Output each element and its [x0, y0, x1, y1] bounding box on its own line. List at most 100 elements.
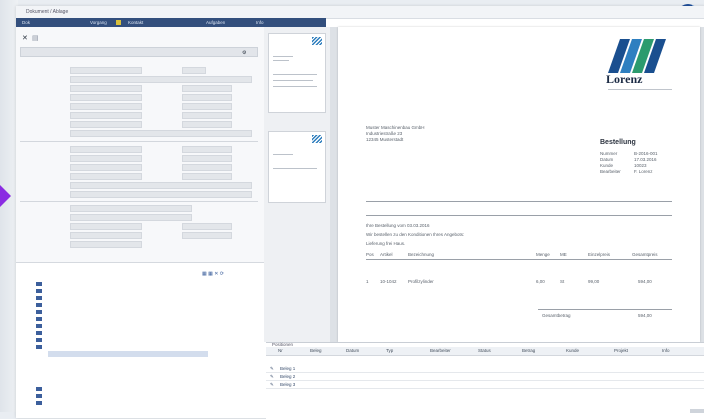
form-field[interactable]: [182, 164, 232, 171]
tree-item[interactable]: [36, 330, 256, 336]
form-field[interactable]: [182, 103, 232, 110]
form-field[interactable]: [182, 121, 232, 128]
form-field[interactable]: [70, 103, 142, 110]
form-field[interactable]: [70, 164, 142, 171]
date-field[interactable]: [182, 223, 232, 230]
column-header[interactable]: Typ: [386, 348, 393, 353]
tab-kontakt[interactable]: Kontakt: [128, 20, 143, 25]
doc-icon: ✎: [270, 382, 274, 387]
document-tree: ▦ ▦ ✕ ⟳: [16, 262, 267, 413]
table-row[interactable]: ✎ Beleg 2: [266, 373, 704, 381]
tree-item[interactable]: [36, 302, 236, 308]
form-field[interactable]: [70, 191, 252, 198]
form-field[interactable]: [70, 146, 142, 153]
form-field[interactable]: [70, 205, 192, 212]
tree-item[interactable]: [36, 393, 256, 399]
table-cell: 99,00: [588, 279, 600, 284]
form-field[interactable]: [182, 112, 232, 119]
tree-item[interactable]: [36, 386, 256, 392]
page-thumbnail[interactable]: [268, 33, 326, 113]
page-thumbnail[interactable]: [268, 131, 326, 203]
form-field[interactable]: [70, 155, 142, 162]
form-field[interactable]: [182, 146, 232, 153]
brand-logo-icon: Lorenz: [606, 39, 666, 86]
tree-item[interactable]: [48, 372, 248, 378]
tab-bar: Dok Vorgang Kontakt Aufgaben Info: [16, 18, 326, 27]
recipient-line-2: Industriestraße 23: [366, 131, 403, 136]
tree-item[interactable]: [36, 281, 236, 287]
date-field[interactable]: [70, 223, 142, 230]
column-header[interactable]: Betrag: [522, 348, 535, 353]
form-field[interactable]: [70, 130, 252, 137]
recipient-line-3: 12345 Musterstadt: [366, 137, 404, 142]
recipient-line-1: Muster Maschinenbau GmbH: [366, 125, 425, 130]
tree-item[interactable]: [36, 288, 236, 294]
table-row[interactable]: ✎ Beleg 3: [266, 381, 704, 389]
date-field[interactable]: [182, 232, 232, 239]
form-field[interactable]: [182, 67, 206, 74]
form-field[interactable]: [70, 173, 142, 180]
meta-label: Bearbeiter: [600, 169, 621, 174]
column-header[interactable]: Status: [478, 348, 491, 353]
form-field[interactable]: [70, 121, 142, 128]
column-header[interactable]: Info: [662, 348, 670, 353]
table-row[interactable]: ✎ Beleg 1: [266, 365, 704, 373]
tree-item[interactable]: [36, 316, 256, 322]
meta-label: Nummer: [600, 151, 618, 156]
form-field[interactable]: [182, 94, 232, 101]
column-header[interactable]: Kunde: [566, 348, 579, 353]
positions-grid: Positionen Nr Beleg Datum Typ Bearbeiter…: [266, 342, 704, 419]
scrollbar[interactable]: [690, 409, 704, 413]
meta-label: Datum: [600, 157, 614, 162]
tab-dok[interactable]: Dok: [22, 20, 30, 25]
meta-value: 10023: [634, 163, 647, 168]
search-input[interactable]: [20, 47, 258, 57]
form-field[interactable]: [70, 241, 142, 248]
tree-item[interactable]: [36, 323, 256, 329]
chevron-right-icon[interactable]: [0, 185, 11, 207]
form-panel: ✕ ▤ ⚙: [16, 27, 265, 262]
column-header[interactable]: Nr: [278, 348, 283, 353]
column-header[interactable]: Beleg: [310, 348, 322, 353]
tree-item[interactable]: [48, 358, 248, 364]
form-field[interactable]: [182, 85, 232, 92]
table-header: Gesamtpreis: [632, 252, 658, 257]
close-icon[interactable]: ✕: [22, 34, 28, 42]
tree-item[interactable]: [36, 337, 256, 343]
save-icon[interactable]: ▤: [32, 34, 39, 42]
tree-item[interactable]: [48, 379, 248, 385]
form-field[interactable]: [70, 214, 192, 221]
address-lines: [608, 89, 672, 102]
column-header[interactable]: Projekt: [614, 348, 628, 353]
tree-item[interactable]: [36, 295, 236, 301]
form-field[interactable]: [70, 112, 142, 119]
tab-marker-icon: [116, 20, 121, 25]
form-field[interactable]: [70, 85, 142, 92]
tree-item[interactable]: [48, 365, 248, 371]
tab-aufgaben[interactable]: Aufgaben: [206, 20, 225, 25]
form-field[interactable]: [182, 155, 232, 162]
divider: [20, 201, 258, 202]
tab-vorgang[interactable]: Vorgang: [90, 20, 107, 25]
settings-icon[interactable]: ⚙: [242, 50, 246, 56]
table-header: Einzelpreis: [588, 252, 611, 257]
tree-item[interactable]: [36, 400, 256, 406]
brand-name: Lorenz: [606, 72, 643, 86]
divider: [366, 259, 672, 260]
tree-item[interactable]: [36, 344, 256, 350]
column-header[interactable]: Datum: [346, 348, 359, 353]
form-field[interactable]: [70, 76, 252, 83]
body-line: Wir bestellen zu den Konditionen Ihres A…: [366, 232, 465, 237]
form-field[interactable]: [182, 173, 232, 180]
page-thumbnails: [264, 27, 331, 342]
form-field[interactable]: [70, 182, 252, 189]
tree-toolbar-icon[interactable]: ▦ ▦ ✕ ⟳: [202, 271, 224, 277]
table-header: Pos: [366, 252, 374, 257]
tree-item-selected[interactable]: [48, 351, 208, 357]
form-field[interactable]: [70, 94, 142, 101]
tab-info[interactable]: Info: [256, 20, 264, 25]
tree-item[interactable]: [36, 309, 236, 315]
date-field[interactable]: [70, 232, 142, 239]
column-header[interactable]: Bearbeiter: [430, 348, 451, 353]
form-field[interactable]: [70, 67, 142, 74]
